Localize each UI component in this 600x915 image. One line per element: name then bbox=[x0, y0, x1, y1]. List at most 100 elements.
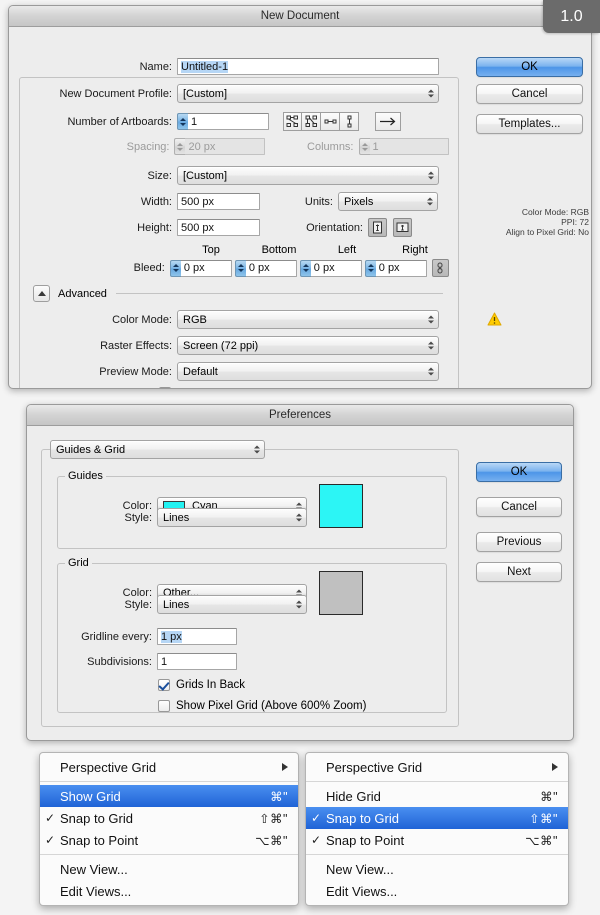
landscape-icon[interactable] bbox=[393, 218, 412, 237]
menu-item-edit-views[interactable]: Edit Views... bbox=[40, 880, 298, 902]
preview-value: Default bbox=[183, 365, 218, 378]
menu-item-show-grid[interactable]: Show Grid ⌘" bbox=[40, 785, 298, 807]
artboard-direction-button[interactable] bbox=[375, 112, 401, 131]
disclosure-triangle-icon[interactable] bbox=[33, 285, 50, 302]
show-pixel-grid-row[interactable]: Show Pixel Grid (Above 600% Zoom) bbox=[158, 700, 366, 712]
height-input[interactable]: 500 px bbox=[177, 219, 260, 236]
stepper-arrows-icon[interactable] bbox=[299, 259, 311, 277]
new-document-title: New Document bbox=[260, 10, 340, 22]
subdivisions-input[interactable]: 1 bbox=[157, 653, 237, 670]
menu-item-edit-views[interactable]: Edit Views... bbox=[306, 880, 568, 902]
size-label: Size: bbox=[147, 169, 172, 182]
bleed-bottom-stepper[interactable]: 0 px bbox=[234, 259, 297, 277]
menu-check-mark: ✓ bbox=[310, 811, 322, 825]
menu-item-label: Perspective Grid bbox=[60, 759, 157, 775]
bleed-left-input[interactable]: 0 px bbox=[310, 259, 362, 277]
menu-item-perspective-grid[interactable]: Perspective Grid bbox=[306, 756, 568, 778]
bleed-header-right: Right bbox=[402, 244, 428, 256]
color-mode-row: Color Mode: RGB bbox=[19, 310, 449, 329]
align-pixel-grid-label: Align New Objects to Pixel Grid bbox=[177, 387, 330, 388]
subdivisions-label: Subdivisions: bbox=[87, 655, 152, 668]
bleed-right-input[interactable]: 0 px bbox=[375, 259, 427, 277]
ok-label: OK bbox=[521, 61, 538, 73]
portrait-icon[interactable] bbox=[368, 218, 387, 237]
width-row: Width: 500 px Units: Pixels bbox=[19, 192, 449, 211]
stepper-arrows-icon[interactable] bbox=[177, 113, 188, 130]
preview-select[interactable]: Default bbox=[177, 362, 439, 381]
size-value: [Custom] bbox=[183, 169, 228, 182]
height-row: Height: 500 px Orientation: bbox=[19, 218, 449, 237]
arrange-by-column-icon[interactable] bbox=[340, 112, 359, 131]
guides-style-select[interactable]: Lines bbox=[157, 508, 307, 527]
stepper-arrows-icon[interactable] bbox=[169, 259, 181, 277]
submenu-arrow-icon bbox=[552, 763, 558, 771]
new-document-ok-button[interactable]: OK bbox=[476, 57, 583, 77]
new-document-cancel-button[interactable]: Cancel bbox=[476, 84, 583, 104]
show-pixel-grid-checkbox[interactable] bbox=[158, 700, 170, 712]
grids-in-back-row[interactable]: Grids In Back bbox=[158, 679, 245, 691]
link-chain-icon[interactable] bbox=[431, 259, 449, 277]
align-pixel-grid-row[interactable]: Align New Objects to Pixel Grid bbox=[159, 387, 330, 388]
menu-item-snap-to-grid[interactable]: ✓ Snap to Grid ⇧⌘" bbox=[306, 807, 568, 829]
color-mode-select[interactable]: RGB bbox=[177, 310, 439, 329]
menu-item-snap-to-point[interactable]: ✓ Snap to Point ⌥⌘" bbox=[306, 829, 568, 851]
stepper-arrows-icon[interactable] bbox=[364, 259, 376, 277]
preferences-ok-button[interactable]: OK bbox=[476, 462, 562, 482]
menu-item-perspective-grid[interactable]: Perspective Grid bbox=[40, 756, 298, 778]
raster-select[interactable]: Screen (72 ppi) bbox=[177, 336, 439, 355]
units-select[interactable]: Pixels bbox=[338, 192, 438, 211]
preferences-next-button[interactable]: Next bbox=[476, 562, 562, 582]
menu-item-snap-to-grid[interactable]: ✓ Snap to Grid ⇧⌘" bbox=[40, 807, 298, 829]
arrow-right-icon bbox=[380, 117, 396, 126]
height-label: Height: bbox=[137, 221, 172, 234]
preferences-previous-button[interactable]: Previous bbox=[476, 532, 562, 552]
width-value: 500 px bbox=[181, 195, 215, 208]
profile-select[interactable]: [Custom] bbox=[177, 84, 439, 103]
gridline-value: 1 px bbox=[161, 630, 182, 643]
stepper-arrows-icon[interactable] bbox=[234, 259, 246, 277]
spacing-input: 20 px bbox=[185, 138, 265, 155]
bleed-left-stepper[interactable]: 0 px bbox=[299, 259, 362, 277]
name-input[interactable]: Untitled-1 bbox=[177, 58, 439, 75]
menu-item-new-view[interactable]: New View... bbox=[40, 858, 298, 880]
grid-by-row-icon[interactable] bbox=[283, 112, 302, 131]
version-badge: 1.0 bbox=[543, 0, 600, 33]
align-pixel-grid-checkbox[interactable] bbox=[159, 387, 171, 388]
guides-style-value: Lines bbox=[163, 511, 190, 524]
bleed-header-bottom: Bottom bbox=[261, 244, 297, 256]
artboards-label: Number of Artboards: bbox=[67, 115, 172, 128]
arrange-by-row-icon[interactable] bbox=[321, 112, 340, 131]
bleed-top-input[interactable]: 0 px bbox=[180, 259, 232, 277]
grid-by-column-icon[interactable] bbox=[302, 112, 321, 131]
artboards-row: Number of Artboards: 1 bbox=[19, 112, 449, 131]
artboards-stepper[interactable]: 1 bbox=[177, 113, 269, 130]
menu-item-hide-grid[interactable]: Hide Grid ⌘" bbox=[306, 785, 568, 807]
bleed-right-stepper[interactable]: 0 px bbox=[364, 259, 427, 277]
menu-item-snap-to-point[interactable]: ✓ Snap to Point ⌥⌘" bbox=[40, 829, 298, 851]
preferences-section-select[interactable]: Guides & Grid bbox=[50, 440, 265, 459]
width-input[interactable]: 500 px bbox=[177, 193, 260, 210]
templates-button[interactable]: Templates... bbox=[476, 114, 583, 134]
artboards-input[interactable]: 1 bbox=[188, 113, 269, 130]
menu-item-new-view[interactable]: New View... bbox=[306, 858, 568, 880]
chevron-updown-icon bbox=[295, 598, 302, 611]
bleed-header-top: Top bbox=[202, 244, 220, 256]
menu-separator bbox=[306, 781, 568, 782]
cancel-label: Cancel bbox=[511, 88, 548, 100]
preferences-dialog: Preferences Guides & Grid Guides Color: … bbox=[26, 404, 574, 741]
gridline-input[interactable]: 1 px bbox=[157, 628, 237, 645]
bleed-top-stepper[interactable]: 0 px bbox=[169, 259, 232, 277]
artboards-value: 1 bbox=[191, 115, 198, 128]
raster-label: Raster Effects: bbox=[100, 339, 172, 352]
advanced-divider bbox=[115, 293, 443, 294]
menu-item-label: Snap to Point bbox=[326, 832, 405, 848]
grid-style-select[interactable]: Lines bbox=[157, 595, 307, 614]
size-select[interactable]: [Custom] bbox=[177, 166, 439, 185]
bleed-row: Bleed: 0 px 0 px 0 px 0 px bbox=[19, 259, 449, 277]
raster-value: Screen (72 ppi) bbox=[183, 339, 259, 352]
grids-in-back-checkbox[interactable] bbox=[158, 679, 170, 691]
preferences-cancel-button[interactable]: Cancel bbox=[476, 497, 562, 517]
preview-label: Preview Mode: bbox=[99, 365, 172, 378]
menu-item-label: Edit Views... bbox=[60, 883, 132, 899]
bleed-bottom-input[interactable]: 0 px bbox=[245, 259, 297, 277]
